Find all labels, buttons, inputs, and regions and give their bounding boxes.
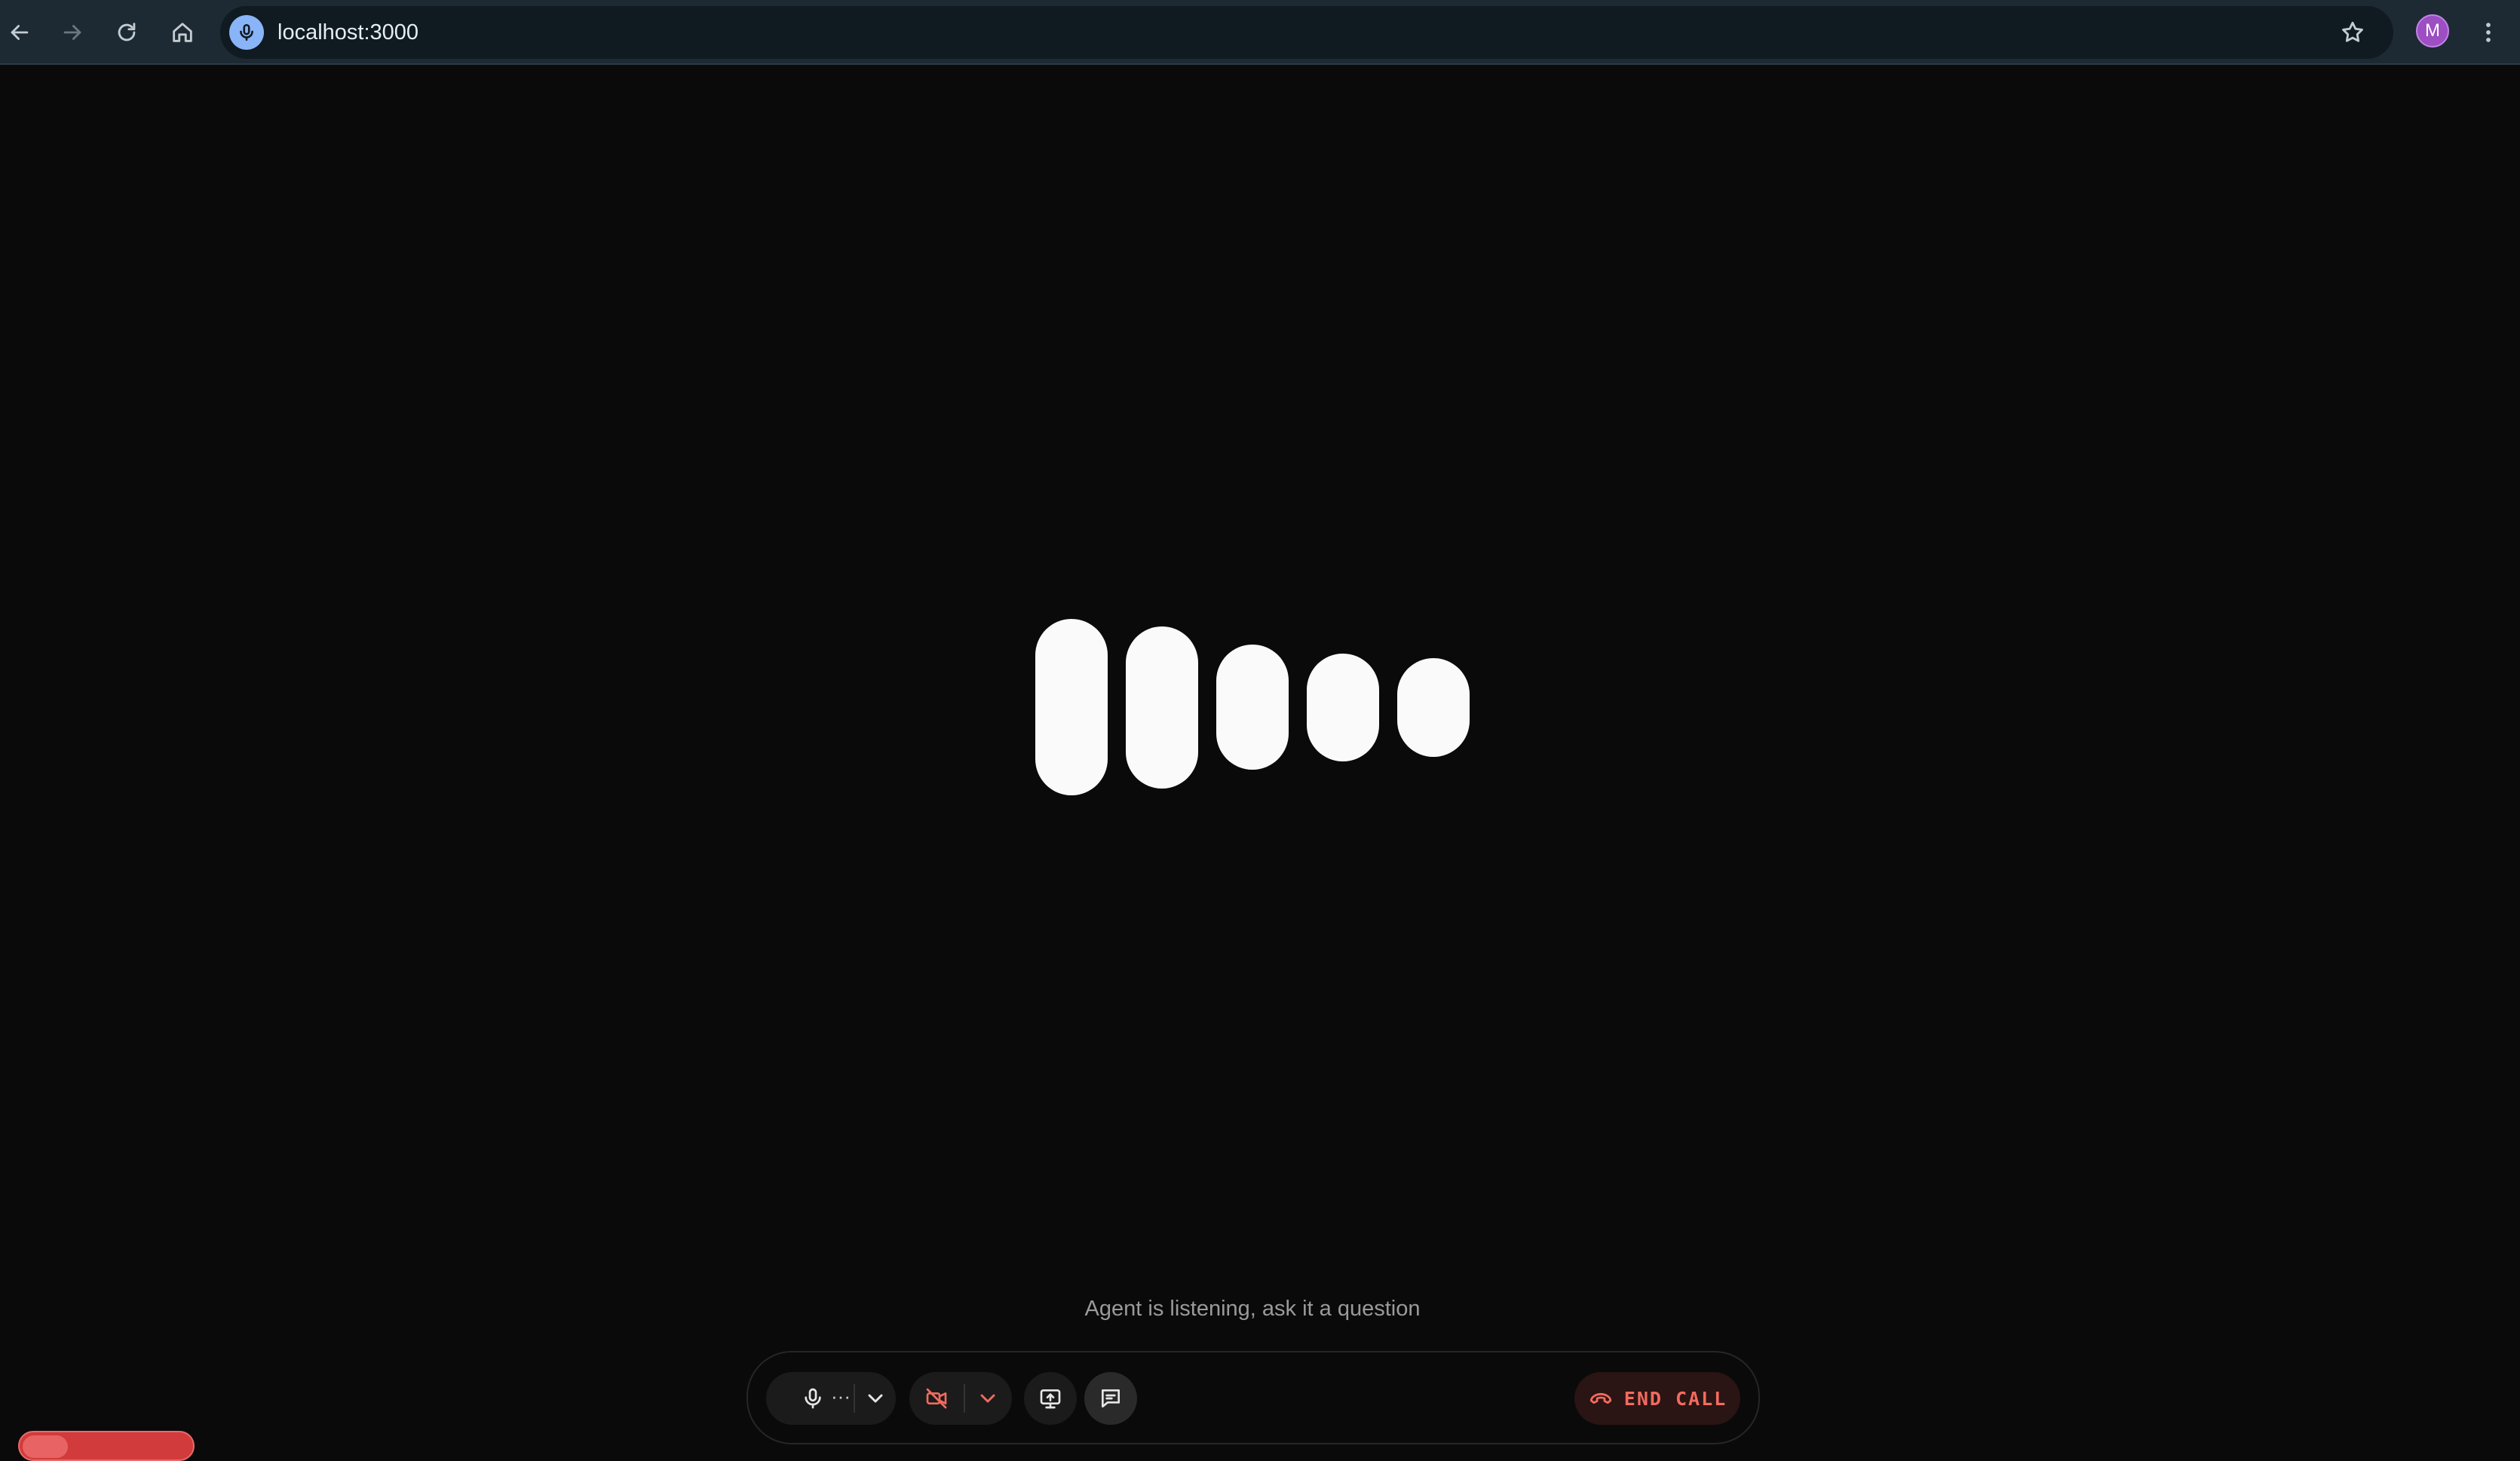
chevron-down-icon [980, 1394, 995, 1403]
forward-button[interactable] [54, 14, 90, 51]
visualizer-bar [1216, 645, 1289, 770]
microphone-control-group: ··· [766, 1372, 896, 1425]
end-call-label: END CALL [1623, 1387, 1728, 1410]
arrow-right-icon [63, 25, 81, 40]
microphone-icon [240, 23, 253, 41]
address-bar[interactable]: localhost:3000 [220, 6, 2393, 59]
agent-status-text: Agent is listening, ask it a question [1084, 1297, 1421, 1321]
screen-share-icon [1040, 1389, 1061, 1409]
camera-toggle-button[interactable] [909, 1372, 964, 1425]
kebab-menu-icon [2486, 23, 2491, 42]
chat-button[interactable] [1084, 1372, 1137, 1425]
microphone-icon [805, 1388, 821, 1409]
microphone-toggle-button[interactable] [766, 1372, 828, 1425]
camera-device-dropdown[interactable] [965, 1372, 1010, 1425]
microphone-level-indicator: ··· [831, 1385, 851, 1407]
end-call-button[interactable]: END CALL [1574, 1372, 1740, 1425]
visualizer-bar [1307, 653, 1379, 761]
visualizer-bar [1126, 626, 1198, 789]
reload-icon [118, 23, 136, 41]
camera-off-icon [926, 1388, 947, 1409]
call-control-bar: ··· END CALL [746, 1351, 1760, 1444]
arrow-left-icon [11, 25, 29, 40]
screen-share-button[interactable] [1024, 1372, 1077, 1425]
url-text[interactable]: localhost:3000 [277, 6, 418, 59]
audio-visualizer [0, 66, 2520, 1447]
chat-icon [1102, 1389, 1120, 1407]
profile-avatar[interactable]: M [2416, 14, 2449, 47]
browser-menu-button[interactable] [2470, 14, 2506, 51]
microphone-device-dropdown[interactable] [855, 1372, 896, 1425]
dev-tools-indicator [23, 1435, 68, 1458]
chevron-down-icon [868, 1394, 883, 1403]
camera-control-group [909, 1372, 1012, 1425]
agent-stage: Agent is listening, ask it a question [0, 66, 2520, 1447]
star-icon [2342, 21, 2363, 42]
site-info-button[interactable] [229, 15, 264, 50]
dev-tools-badge[interactable] [18, 1431, 195, 1461]
visualizer-bar [1035, 619, 1108, 795]
home-button[interactable] [164, 14, 201, 51]
back-button[interactable] [2, 14, 38, 51]
reload-button[interactable] [109, 14, 145, 51]
home-icon [173, 23, 192, 42]
bookmark-button[interactable] [2335, 14, 2371, 51]
browser-toolbar: localhost:3000 M [0, 0, 2520, 65]
phone-hangup-icon [1590, 1392, 1611, 1404]
visualizer-bar [1397, 657, 1470, 757]
